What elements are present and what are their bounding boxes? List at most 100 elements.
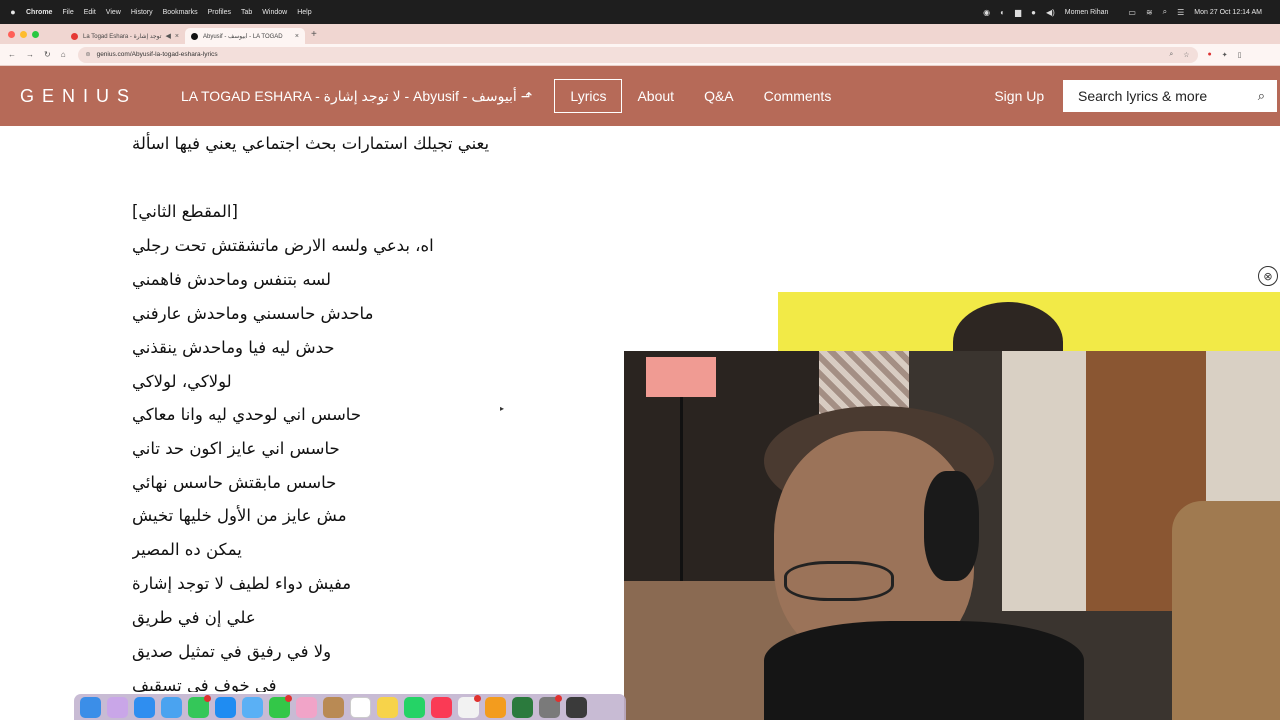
extensions-puzzle-icon[interactable]: ✦ — [1222, 51, 1228, 59]
nav-about[interactable]: About — [622, 80, 689, 112]
lyric-line: اه، بدعي ولسه الارض ماتشقتش تحت رجلي — [132, 236, 434, 255]
menu-tab[interactable]: Tab — [241, 9, 252, 16]
new-tab-icon[interactable]: + — [311, 29, 317, 40]
lyric-line: علي إن في طريق — [132, 608, 256, 627]
back-icon[interactable]: ← — [8, 50, 16, 59]
notification-badge — [555, 694, 562, 702]
notes-icon[interactable] — [377, 696, 398, 718]
reload-icon[interactable]: ↻ — [44, 50, 51, 59]
menu-bookmarks[interactable]: Bookmarks — [163, 9, 198, 16]
finder-icon[interactable] — [80, 696, 101, 718]
menu-profiles[interactable]: Profiles — [208, 9, 231, 16]
browser-toolbar: ← → ↻ ⌂ ⊜ genius.com/Abyusif-la-togad-es… — [0, 44, 1280, 66]
nav-comments[interactable]: Comments — [749, 80, 847, 112]
zoom-window-button[interactable] — [32, 30, 39, 38]
tab-title: La Togad Eshara - أبيوسف - لا توجد إشارة — [83, 33, 162, 40]
close-tab-icon[interactable]: × — [175, 33, 179, 40]
lyric-line: مفيش دواء لطيف لا توجد إشارة — [132, 574, 352, 593]
lamp-shade — [646, 357, 716, 397]
music-video-player[interactable] — [778, 292, 1280, 352]
volume-icon[interactable]: ◀) — [1046, 8, 1055, 17]
audio-icon[interactable]: ◀ — [166, 32, 171, 40]
site-info-icon[interactable]: ⊜ — [86, 51, 91, 58]
safari-icon[interactable] — [134, 696, 155, 718]
mail-icon[interactable] — [161, 696, 182, 718]
search-placeholder: Search lyrics & more — [1078, 88, 1208, 104]
person-shirt — [764, 621, 1084, 720]
minimize-window-button[interactable] — [20, 30, 27, 38]
spotlight-icon[interactable]: ⌕ — [1163, 7, 1167, 17]
forward-icon[interactable]: → — [26, 50, 34, 59]
mouse-cursor-icon: ▸ — [500, 404, 505, 413]
close-video-button[interactable]: ⊗ — [1258, 266, 1278, 286]
sidebar-icon[interactable]: ▯ — [1238, 51, 1242, 59]
reminders-icon[interactable] — [458, 694, 481, 718]
nav-lyrics[interactable]: Lyrics — [554, 79, 623, 113]
message-icon[interactable]: ▆ — [1015, 8, 1021, 17]
webcam-overlay — [624, 351, 1280, 720]
youtube-favicon-icon — [71, 32, 78, 40]
photos-icon[interactable] — [296, 696, 317, 718]
pages-icon[interactable] — [485, 696, 506, 718]
lyric-line: حاسس اني لوحدي ليه وانا معاكي — [132, 405, 362, 424]
headphones — [924, 471, 979, 581]
user-name[interactable]: Momen Rihan — [1065, 9, 1109, 16]
tab-youtube[interactable]: La Togad Eshara - أبيوسف - لا توجد إشارة… — [65, 28, 185, 44]
sign-up-button[interactable]: Sign Up — [994, 88, 1044, 104]
close-window-button[interactable] — [8, 30, 15, 38]
menu-view[interactable]: View — [106, 9, 121, 16]
wifi-icon[interactable]: ≋ — [1146, 8, 1153, 17]
menu-bar-status: ◉ ◐ ▆ ● ◀) Momen Rihan ▭ ≋ ⌕ ☰ Mon 27 Oc… — [983, 0, 1272, 24]
logic-icon[interactable] — [512, 696, 533, 718]
video-artist-figure — [953, 302, 1063, 352]
close-tab-icon[interactable]: × — [295, 33, 299, 40]
menu-edit[interactable]: Edit — [84, 9, 96, 16]
launchpad-icon[interactable] — [107, 696, 128, 718]
lyric-line: حاسس اني عايز اكون حد تاني — [132, 439, 340, 458]
bookmark-star-icon[interactable]: ☆ — [1183, 51, 1189, 59]
menu-history[interactable]: History — [131, 9, 153, 16]
genius-logo[interactable]: GENIUS — [20, 86, 137, 107]
lyric-line: حدش ليه فيا وماحدش ينقذني — [132, 338, 335, 357]
address-bar[interactable]: ⊜ genius.com/Abyusif-la-togad-eshara-lyr… — [77, 46, 1198, 63]
tab-genius[interactable]: Abyusif - أبيوسف - LA TOGAD × — [185, 28, 305, 44]
app-store-icon[interactable] — [215, 696, 236, 718]
macos-menu-bar: ● Chrome File Edit View History Bookmark… — [0, 0, 1280, 24]
zoom-icon[interactable]: ⌕ — [1169, 51, 1173, 59]
music-icon[interactable] — [431, 696, 452, 718]
settings-icon[interactable] — [539, 694, 562, 718]
facetime-icon[interactable] — [188, 694, 211, 718]
whatsapp-icon[interactable] — [404, 696, 425, 718]
menu-help[interactable]: Help — [297, 9, 311, 16]
home-icon[interactable]: ⌂ — [61, 50, 66, 59]
search-input[interactable]: Search lyrics & more ⌕ — [1063, 80, 1277, 112]
song-nav: Lyrics About Q&A Comments — [554, 79, 846, 113]
lyric-line: يعني تجيلك استمارات بحث اجتماعي يعني فيه… — [132, 134, 490, 153]
nav-qa[interactable]: Q&A — [689, 80, 749, 112]
song-title[interactable]: LA TOGAD ESHARA - لا توجد إشارة - Abyusi… — [181, 88, 532, 105]
extension-icon[interactable]: ● — [1208, 51, 1212, 59]
menu-app-name[interactable]: Chrome — [26, 9, 52, 16]
capture-app-icon[interactable] — [566, 696, 587, 718]
menu-file[interactable]: File — [62, 9, 73, 16]
lyric-line: يمكن ده المصير — [132, 540, 242, 559]
lyric-line: في خوف في تسقيف — [132, 676, 277, 692]
apple-menu-icon[interactable]: ● — [8, 7, 18, 17]
tab-title: Abyusif - أبيوسف - LA TOGAD — [203, 33, 283, 40]
armchair — [1172, 501, 1280, 720]
screen-record-icon[interactable]: ◉ — [983, 8, 990, 17]
messages-icon[interactable] — [269, 694, 292, 718]
calendar-icon[interactable] — [350, 696, 371, 718]
clock[interactable]: Mon 27 Oct 12:14 AM — [1194, 9, 1262, 16]
preview-icon[interactable] — [242, 696, 263, 718]
battery-icon[interactable]: ▭ — [1128, 8, 1136, 17]
menu-window[interactable]: Window — [262, 9, 287, 16]
notes-folder-icon[interactable] — [323, 696, 344, 718]
mic-icon[interactable]: ● — [1031, 8, 1036, 17]
window-controls — [8, 30, 39, 38]
control-center-icon[interactable]: ☰ — [1177, 8, 1184, 17]
lyric-line: ولا في رفيق في تمثيل صديق — [132, 642, 332, 661]
search-icon[interactable]: ⌕ — [1258, 88, 1265, 104]
url-text: genius.com/Abyusif-la-togad-eshara-lyric… — [96, 51, 218, 58]
control-icon[interactable]: ◐ — [1000, 8, 1005, 17]
